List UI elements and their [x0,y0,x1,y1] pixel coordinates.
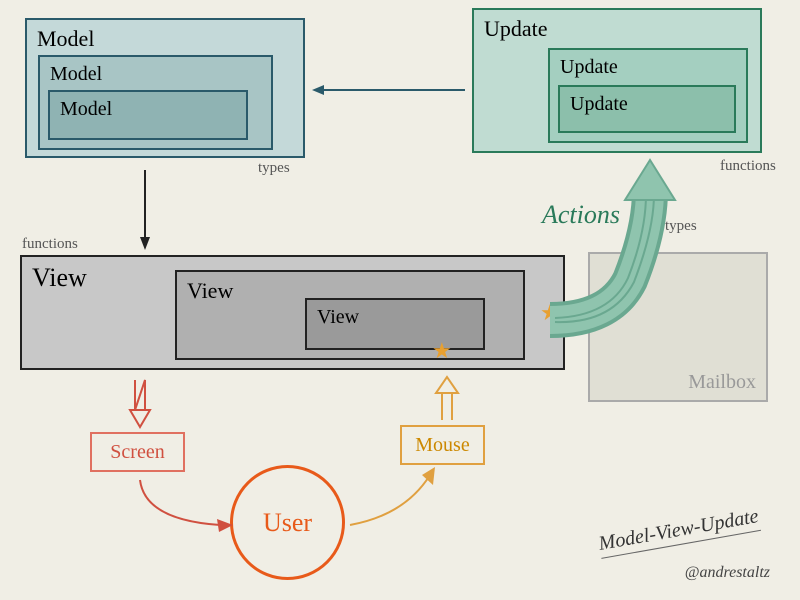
arrow-model-to-view [135,165,155,250]
diagram-title: Model-View-Update [597,505,761,559]
view-label-outer: View [32,263,87,293]
author-credit: @andrestaltz [685,564,770,582]
model-label-inner: Model [60,98,112,121]
arrow-actions [540,150,710,330]
model-label-outer: Model [37,26,94,52]
screen-label: Screen [110,441,164,464]
screen-box: Screen [90,432,185,472]
view-caption: functions [22,236,78,253]
update-box-inner: Update [558,85,736,133]
mouse-box: Mouse [400,425,485,465]
view-box-inner: View [305,298,485,350]
arrow-mouse-to-view [432,375,462,425]
user-circle: User [230,465,345,580]
arrow-view-to-screen [125,375,155,430]
mailbox-label: Mailbox [688,371,756,394]
model-caption: types [258,160,290,177]
model-box-inner: Model [48,90,248,140]
update-label-inner: Update [570,93,628,116]
arrow-update-to-model [310,80,470,100]
update-label-outer: Update [484,16,548,42]
model-label-mid: Model [50,63,102,86]
arrow-user-to-mouse [345,465,445,535]
view-label-inner: View [317,306,359,329]
update-caption: functions [720,158,776,175]
update-label-mid: Update [560,56,618,79]
arrow-screen-to-user [125,475,245,545]
star-icon: ★ [432,338,452,364]
user-label: User [263,508,312,538]
mouse-label: Mouse [415,434,469,457]
view-label-mid: View [187,278,233,304]
